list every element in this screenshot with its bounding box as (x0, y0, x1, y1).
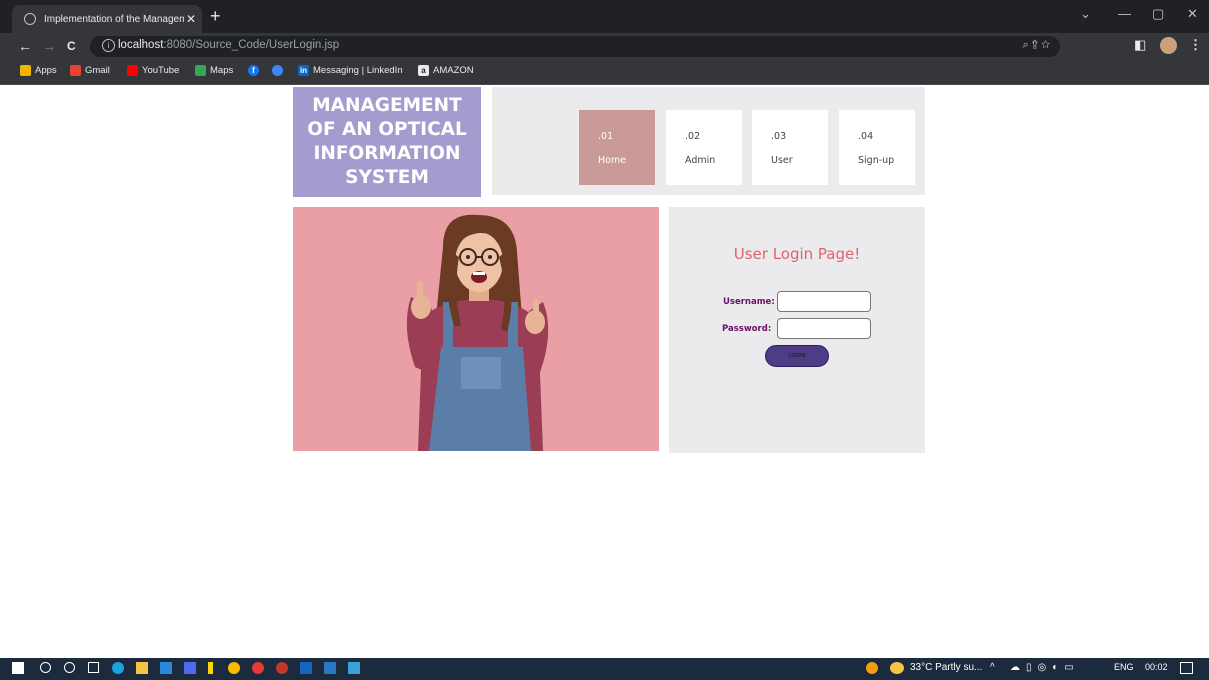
bookmark-chrome-app[interactable] (272, 65, 287, 76)
nav-item-number: .01 (598, 131, 614, 142)
login-button[interactable]: LOGIN (765, 345, 829, 367)
edge-icon[interactable] (112, 662, 124, 674)
cortana-icon[interactable] (64, 662, 75, 673)
login-title: User Login Page! (733, 245, 861, 263)
main-navigation: .01 Home .02 Admin .03 User .04 Sign-up (492, 87, 925, 195)
app-cube-icon[interactable] (324, 662, 336, 674)
browser-toolbar: ← → C i localhost:8080/Source_Code/UserL… (0, 33, 1209, 60)
restore-button[interactable]: ▢ (1152, 6, 1164, 22)
file-explorer-icon[interactable] (136, 662, 148, 674)
bookmark-amazon[interactable]: a AMAZON (418, 65, 474, 76)
linkedin-icon: in (298, 65, 309, 76)
bookmark-facebook[interactable]: f (248, 65, 263, 76)
nav-item-number: .03 (771, 131, 787, 142)
url-text[interactable]: localhost:8080/Source_Code/UserLogin.jsp (118, 39, 339, 51)
nav-item-home[interactable]: .01 Home (579, 110, 655, 185)
site-logo-banner: MANAGEMENT OF AN OPTICAL INFORMATION SYS… (293, 87, 481, 197)
store-icon[interactable] (184, 662, 196, 674)
site-logo-text: MANAGEMENT OF AN OPTICAL INFORMATION SYS… (307, 95, 467, 188)
side-panel-icon[interactable]: ◧ (1134, 37, 1146, 53)
task-view-icon[interactable] (88, 662, 99, 673)
back-button[interactable]: ← (18, 38, 32, 54)
browser-tab[interactable]: Implementation of the Managem ✕ (12, 5, 202, 33)
weather-text[interactable]: 33°C Partly su... (910, 662, 982, 673)
password-input[interactable] (777, 318, 871, 339)
profile-avatar[interactable] (1160, 37, 1177, 54)
tray-chevron-icon[interactable]: ^ (990, 662, 995, 673)
notifications-icon[interactable] (1180, 662, 1193, 674)
globe-icon (24, 13, 36, 25)
minimize-button[interactable]: — (1118, 6, 1131, 21)
close-window-button[interactable]: ✕ (1187, 6, 1198, 22)
browser-tab-strip: Implementation of the Managem ✕ + ⌄ — ▢ … (0, 0, 1209, 33)
nav-item-admin[interactable]: .02 Admin (666, 110, 742, 185)
reload-button[interactable]: C (67, 39, 76, 53)
photos-icon[interactable] (348, 662, 360, 674)
windows-start-icon[interactable] (12, 662, 24, 674)
youtube-icon (127, 65, 138, 76)
nav-item-number: .02 (685, 131, 701, 142)
hero-image (293, 207, 659, 451)
tab-close-icon[interactable]: ✕ (186, 12, 196, 26)
apps-grid-icon (20, 65, 31, 76)
bookmark-apps[interactable]: Apps (20, 65, 57, 76)
language-indicator[interactable]: ENG (1114, 662, 1134, 672)
nav-item-label: Admin (685, 155, 716, 166)
nav-item-label: User (771, 155, 793, 166)
help-icon[interactable] (866, 662, 878, 674)
facebook-icon: f (248, 65, 259, 76)
tray-status-icons[interactable]: ☁▯◎◐▭ (1010, 662, 1080, 673)
bookmark-maps[interactable]: Maps (195, 65, 233, 76)
tab-search-dropdown-icon[interactable]: ⌄ (1080, 6, 1091, 22)
amazon-icon: a (418, 65, 429, 76)
maps-icon (195, 65, 206, 76)
site-info-icon[interactable]: i (102, 39, 115, 52)
app-circle-icon[interactable] (276, 662, 288, 674)
username-input[interactable] (777, 291, 871, 312)
password-label: Password: (722, 324, 772, 334)
nav-item-user[interactable]: .03 User (752, 110, 828, 185)
chrome-app-icon (272, 65, 283, 76)
bookmark-youtube[interactable]: YouTube (127, 65, 179, 76)
weather-icon (890, 662, 904, 674)
nav-item-label: Home (598, 155, 627, 166)
new-tab-button[interactable]: + (210, 6, 221, 26)
bookmark-linkedin[interactable]: in Messaging | LinkedIn (298, 65, 403, 76)
login-panel: User Login Page! Username: Password: LOG… (669, 207, 925, 453)
opera-icon[interactable] (252, 662, 264, 674)
menu-kebab-icon[interactable]: ⋮ (1189, 37, 1202, 53)
nav-item-number: .04 (858, 131, 874, 142)
bookmarks-bar: Apps Gmail YouTube Maps f in Messaging | … (0, 60, 1209, 85)
windows-taskbar: 33°C Partly su... ^ ☁▯◎◐▭ ENG 00:02 (0, 658, 1209, 680)
search-icon[interactable] (40, 662, 51, 673)
nav-item-signup[interactable]: .04 Sign-up (839, 110, 915, 185)
address-bar[interactable]: i localhost:8080/Source_Code/UserLogin.j… (90, 36, 1060, 57)
gmail-icon (70, 65, 81, 76)
zoom-share-bookmark-icons[interactable]: ⌕ ⇪ ☆ (1023, 39, 1050, 52)
woman-pointing-illustration (406, 214, 549, 451)
mail-icon[interactable] (160, 662, 172, 674)
tab-title: Implementation of the Managem (44, 13, 184, 25)
chrome-taskbar-icon[interactable] (228, 662, 240, 674)
word-icon[interactable] (300, 662, 312, 674)
clock-time[interactable]: 00:02 (1145, 662, 1168, 672)
app-bolt-icon[interactable] (208, 662, 213, 674)
nav-item-label: Sign-up (858, 155, 895, 166)
forward-button[interactable]: → (42, 38, 56, 54)
bookmark-gmail[interactable]: Gmail (70, 65, 110, 76)
username-label: Username: (723, 297, 775, 307)
